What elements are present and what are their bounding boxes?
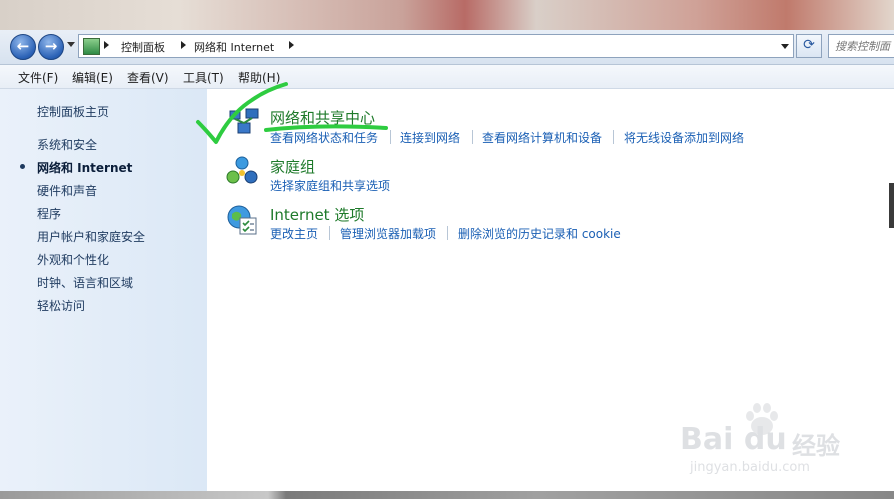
menu-edit[interactable]: 编辑(E) [72,69,113,86]
breadcrumb-chevron-icon[interactable] [289,41,294,49]
category-title-network-sharing[interactable]: 网络和共享中心 [270,107,375,128]
category-title-internet-options[interactable]: Internet 选项 [270,204,364,225]
window-edge-tab [889,183,894,228]
breadcrumb-network-internet[interactable]: 网络和 Internet [194,39,274,55]
breadcrumb-chevron-icon[interactable] [104,41,109,49]
task-separator [447,226,448,240]
sidebar-home-link[interactable]: 控制面板主页 [37,103,109,120]
sidebar-item-system-security[interactable]: 系统和安全 [37,136,97,153]
forward-button[interactable]: → [38,34,64,60]
task-homegroup-options[interactable]: 选择家庭组和共享选项 [270,177,390,194]
window-titlebar [0,0,894,32]
task-separator [472,130,473,144]
sidebar-item-programs[interactable]: 程序 [37,205,61,222]
menu-file[interactable]: 文件(F) [18,69,58,86]
sidebar-item-hardware-sound[interactable]: 硬件和声音 [37,182,97,199]
internet-options-icon[interactable] [226,204,258,236]
menu-view[interactable]: 查看(V) [127,69,169,86]
back-button[interactable]: ← [10,34,36,60]
recent-pages-dropdown[interactable] [67,42,75,47]
watermark-product: 经验 [792,432,840,460]
sidebar-item-network-internet[interactable]: 网络和 Internet [37,159,132,176]
address-history-dropdown[interactable] [781,44,789,49]
menu-bar: 文件(F) 编辑(E) 查看(V) 工具(T) 帮助(H) [0,65,894,89]
breadcrumb-control-panel[interactable]: 控制面板 [121,39,165,55]
control-panel-icon [83,38,100,55]
homegroup-icon[interactable] [226,155,258,187]
search-input[interactable] [829,35,894,57]
address-bar[interactable]: 控制面板 网络和 Internet [78,34,794,58]
watermark-brand: Bai du [680,422,787,457]
category-title-homegroup[interactable]: 家庭组 [270,156,315,177]
sidebar-item-ease-of-access[interactable]: 轻松访问 [37,297,85,314]
sidebar: 控制面板主页 系统和安全 网络和 Internet 硬件和声音 程序 用户帐户和… [0,89,207,491]
menu-help[interactable]: 帮助(H) [238,69,280,86]
baidu-watermark: Bai du 经验 jingyan.baidu.com [680,400,870,485]
task-connect-network[interactable]: 连接到网络 [400,129,460,146]
sidebar-item-appearance[interactable]: 外观和个性化 [37,251,109,268]
network-sharing-center-icon[interactable] [228,105,260,137]
task-manage-addons[interactable]: 管理浏览器加载项 [340,225,436,242]
sidebar-item-clock-language-region[interactable]: 时钟、语言和区域 [37,274,133,291]
task-separator [613,130,614,144]
task-separator [329,226,330,240]
task-separator [390,130,391,144]
search-box[interactable] [828,34,894,58]
task-delete-browsing-history[interactable]: 删除浏览的历史记录和 cookie [458,225,621,242]
task-view-network-status[interactable]: 查看网络状态和任务 [270,129,378,146]
task-add-wireless-device[interactable]: 将无线设备添加到网络 [624,129,744,146]
task-change-home-page[interactable]: 更改主页 [270,225,318,242]
sidebar-item-user-accounts[interactable]: 用户帐户和家庭安全 [37,228,145,245]
menu-tools[interactable]: 工具(T) [183,69,224,86]
task-view-network-computers[interactable]: 查看网络计算机和设备 [482,129,602,146]
breadcrumb-chevron-icon[interactable] [181,41,186,49]
bottom-edge [0,491,894,499]
refresh-button[interactable]: ⟳ [796,34,822,58]
navigation-bar: ← → 控制面板 网络和 Internet ⟳ [0,30,894,65]
watermark-url: jingyan.baidu.com [690,460,810,475]
active-bullet-icon [20,164,25,169]
